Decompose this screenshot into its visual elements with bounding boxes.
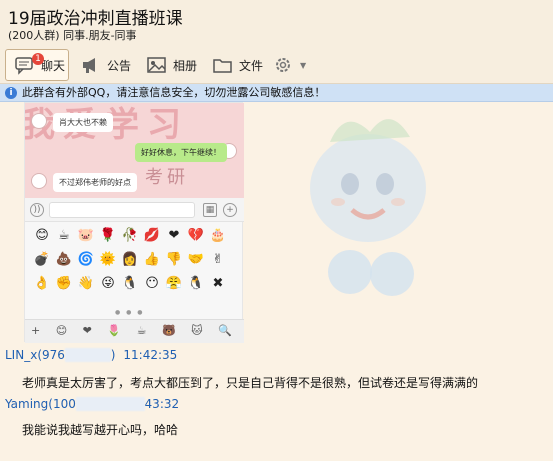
screenshot-input-row: )) ▦ + xyxy=(25,198,244,222)
screenshot-bubble: 好好休息，下午继续！ xyxy=(135,143,227,162)
emoji-icon: 🤝 xyxy=(187,252,205,267)
chevron-down-icon: ▼ xyxy=(300,60,307,70)
emoji-icon: 😤 xyxy=(165,276,183,291)
avatar xyxy=(31,113,47,129)
plus-icon: + xyxy=(223,203,237,217)
album-icon xyxy=(146,55,168,75)
emoji-icon: 💔 xyxy=(187,228,205,243)
tab-announcement-label: 公告 xyxy=(107,58,132,73)
emoji-icon: 👩 xyxy=(121,252,139,267)
tab-album[interactable]: 相册 xyxy=(146,49,197,81)
sender-qq[interactable]: (976 xyxy=(37,348,65,362)
tab-chat[interactable]: 1 聊天 xyxy=(5,49,69,81)
security-notice-bar: i 此群含有外部QQ，请注意信息安全，切勿泄露公司敏感信息！ xyxy=(0,84,553,102)
gear-icon xyxy=(273,55,295,75)
emoji-icon: ✖ xyxy=(212,276,224,291)
emoji-icon: 💩 xyxy=(55,252,73,267)
group-meta: (200人群) 同事.朋友-同事 xyxy=(8,29,137,42)
info-icon: i xyxy=(5,87,17,99)
emoji-icon: ❤ xyxy=(168,228,180,243)
sender-name[interactable]: Yaming xyxy=(5,397,48,411)
emoji-icon: 🌹 xyxy=(99,228,117,243)
message-time: 43:32 xyxy=(144,397,180,411)
emoji-icon: 🌀 xyxy=(77,252,95,267)
emoji-icon: 🎂 xyxy=(209,228,227,243)
unread-badge: 1 xyxy=(32,53,44,65)
sender-qq-tail: ) xyxy=(110,348,116,362)
emoji-icon: 🥀 xyxy=(121,228,139,243)
screenshot-chat-area: 我爱学习 考研 肖大大也不赖 好好休息，下午继续！ 不过郑伟老师的好点 xyxy=(25,103,244,198)
emoji-icon: 🐧 xyxy=(187,276,205,291)
emoji-category-bar: + 😊 ❤ 🌷 ☕ 🐻 🐱 🔍 xyxy=(25,319,244,343)
emoji-icon: 🐷 xyxy=(77,228,95,243)
avatar xyxy=(31,173,47,189)
tab-chat-label: 聊天 xyxy=(41,58,66,73)
tab-announcement[interactable]: 公告 xyxy=(80,49,131,81)
redacted-qq xyxy=(75,397,145,411)
sender-name[interactable]: LIN_x xyxy=(5,348,37,362)
settings-menu-button[interactable]: ▼ xyxy=(273,49,306,81)
emoji-icon: 👋 xyxy=(77,276,95,291)
sender-qq[interactable]: (100 xyxy=(48,397,76,411)
shared-screenshot-image[interactable]: 我爱学习 考研 肖大大也不赖 好好休息，下午继续！ 不过郑伟老师的好点 )) ▦… xyxy=(24,102,244,343)
message-text: 老师真是太厉害了，考点大都压到了，只是自己背得不是很熟，但试卷还是写得满满的 xyxy=(22,376,479,390)
chat-history[interactable]: 我爱学习 考研 肖大大也不赖 好好休息，下午继续！ 不过郑伟老师的好点 )) ▦… xyxy=(0,102,553,461)
page-dots: ● ● ● xyxy=(115,309,145,316)
message-sender[interactable]: Yaming(100 43:32 xyxy=(5,397,179,411)
emoji-icon: 🌞 xyxy=(99,252,117,267)
emoji-icon: 👌 xyxy=(33,276,51,291)
emoji-icon: 😶 xyxy=(145,276,159,291)
message-time: 11:42:35 xyxy=(123,348,178,362)
group-title: 19届政治冲刺直播班课 xyxy=(8,9,183,29)
message-text: 我能说我越写越开心吗，哈哈 xyxy=(22,423,179,437)
emoji-icon: 💋 xyxy=(143,228,161,243)
tab-file[interactable]: 文件 xyxy=(212,49,263,81)
emoji-icon: 👍 xyxy=(143,252,161,267)
tab-album-label: 相册 xyxy=(173,58,198,73)
emoji-icon: 😜 xyxy=(101,276,115,291)
voice-icon: )) xyxy=(30,203,44,217)
screenshot-input-field xyxy=(49,202,195,218)
megaphone-icon xyxy=(80,55,102,75)
screenshot-bubble: 肖大大也不赖 xyxy=(53,113,113,132)
redacted-qq xyxy=(64,348,111,362)
emoji-icon: ✌ xyxy=(212,252,224,267)
keyboard-icon: ▦ xyxy=(203,203,217,217)
emoji-icon: 😊 xyxy=(35,228,49,243)
emoji-icon: 👎 xyxy=(165,252,183,267)
toolbar: 1 聊天 公告 相册 文件 ▼ xyxy=(0,46,553,84)
tab-file-label: 文件 xyxy=(239,58,264,73)
emoji-icon: 🐧 xyxy=(121,276,139,291)
security-notice-text: 此群含有外部QQ，请注意信息安全，切勿泄露公司敏感信息！ xyxy=(22,86,326,99)
emoji-icon: ☕ xyxy=(58,228,70,243)
emoji-icon: 💣 xyxy=(33,252,51,267)
message-sender[interactable]: LIN_x(976 ) 11:42:35 xyxy=(5,348,177,362)
screenshot-watermark-small: 考研 xyxy=(145,167,189,188)
mascot-watermark-icon xyxy=(310,119,426,296)
window-header: 19届政治冲刺直播班课 (200人群) 同事.朋友-同事 xyxy=(0,0,553,46)
folder-icon xyxy=(212,55,234,75)
screenshot-bubble: 不过郑伟老师的好点 xyxy=(53,173,137,192)
emoji-icon: ✊ xyxy=(55,276,73,291)
emoji-panel: 😊 ☕ 🐷 🌹 🥀 💋 ❤ 💔 🎂 💣 💩 🌀 🌞 👩 👍 👎 🤝 ✌ 👌 ✊ … xyxy=(31,227,241,293)
